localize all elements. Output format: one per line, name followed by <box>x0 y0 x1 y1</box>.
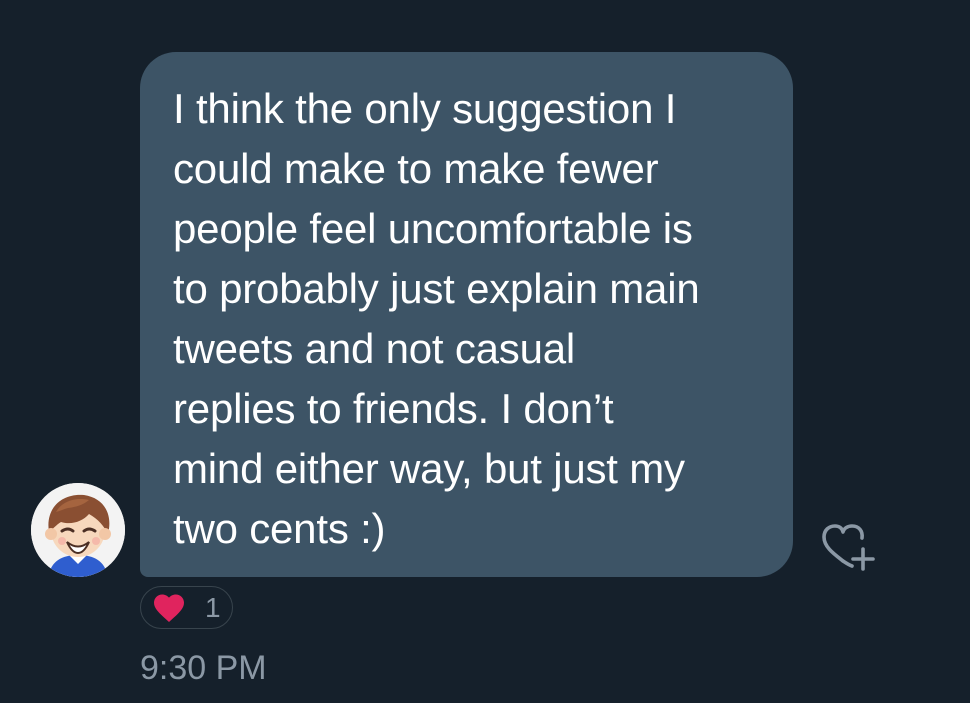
reaction-chip[interactable]: 1 <box>140 586 233 629</box>
sender-avatar[interactable] <box>31 483 125 577</box>
reaction-count: 1 <box>205 592 221 623</box>
cartoon-avatar-illustration <box>31 483 125 577</box>
message-text: I think the only suggestion I could make… <box>173 85 700 552</box>
add-reaction-button[interactable] <box>818 521 878 573</box>
heart-icon <box>154 594 184 623</box>
message-bubble[interactable]: I think the only suggestion I could make… <box>140 52 793 577</box>
message-timestamp: 9:30 PM <box>140 649 267 687</box>
heart-plus-icon <box>822 524 875 571</box>
